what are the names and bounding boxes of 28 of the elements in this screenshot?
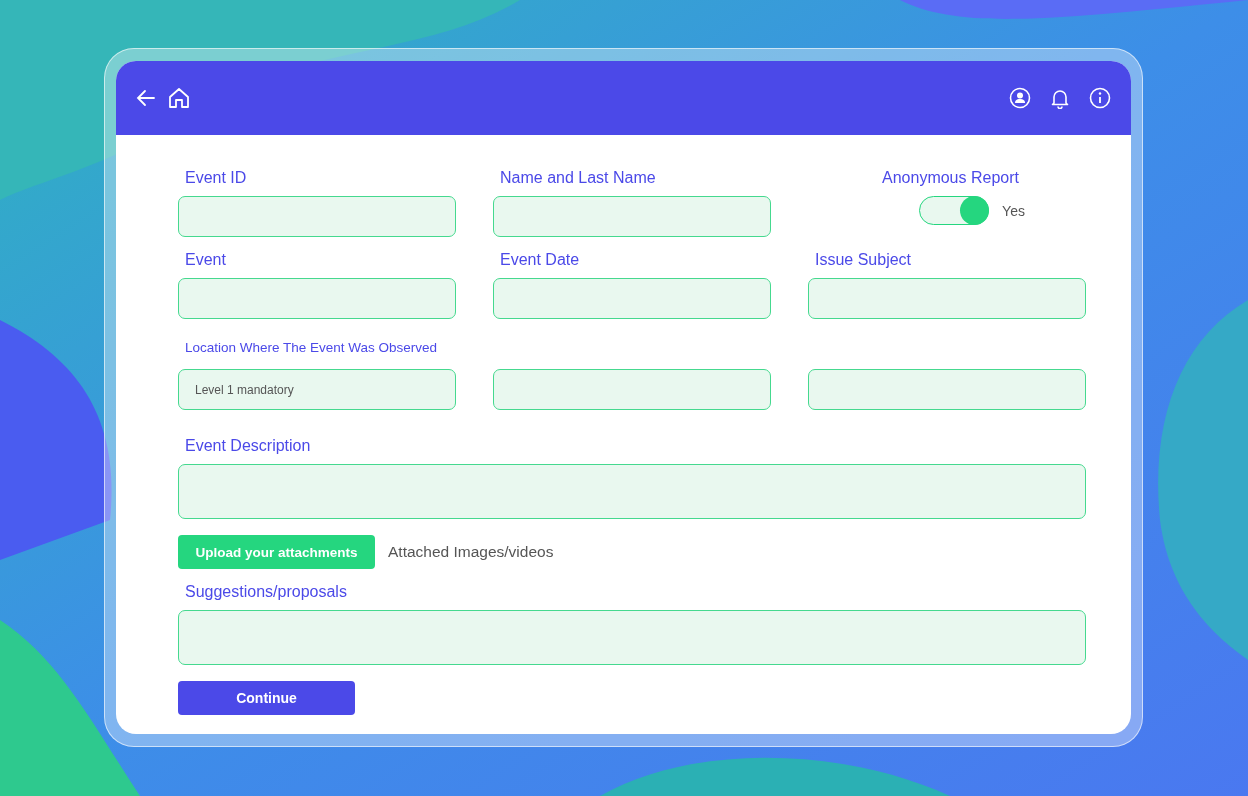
field-label: Location Where The Event Was Observed <box>184 340 439 356</box>
field-label: Name and Last Name <box>499 168 657 188</box>
description-field[interactable] <box>178 464 1086 519</box>
home-icon[interactable] <box>168 87 190 109</box>
input-field[interactable] <box>808 369 1086 410</box>
continue-button[interactable]: Continue <box>178 681 355 715</box>
input-field[interactable] <box>178 278 456 319</box>
input-field[interactable] <box>493 196 771 237</box>
field-label: Event Description <box>184 436 312 456</box>
field-label: Event <box>184 250 227 270</box>
field-label: Event Date <box>499 250 581 270</box>
suggestions-field[interactable] <box>178 610 1086 665</box>
toggle-switch[interactable] <box>919 196 990 225</box>
back-icon[interactable] <box>136 89 156 107</box>
field-label: Issue Subject <box>814 250 913 270</box>
field-label: Anonymous Report <box>881 168 1019 188</box>
attachments-note: Attached Images/videos <box>388 543 554 561</box>
input-field[interactable] <box>493 278 771 319</box>
field-label: Suggestions/proposals <box>184 582 348 602</box>
toggle-value: Yes <box>1002 202 1025 219</box>
input-field[interactable] <box>808 278 1086 319</box>
input-field[interactable] <box>493 369 771 410</box>
info-icon[interactable] <box>1089 87 1111 109</box>
bell-icon[interactable] <box>1049 87 1071 109</box>
input-field[interactable]: Level 1 mandatory <box>178 369 456 410</box>
input-field[interactable] <box>178 196 456 237</box>
user-icon[interactable] <box>1009 87 1031 109</box>
field-label: Event ID <box>184 168 248 188</box>
